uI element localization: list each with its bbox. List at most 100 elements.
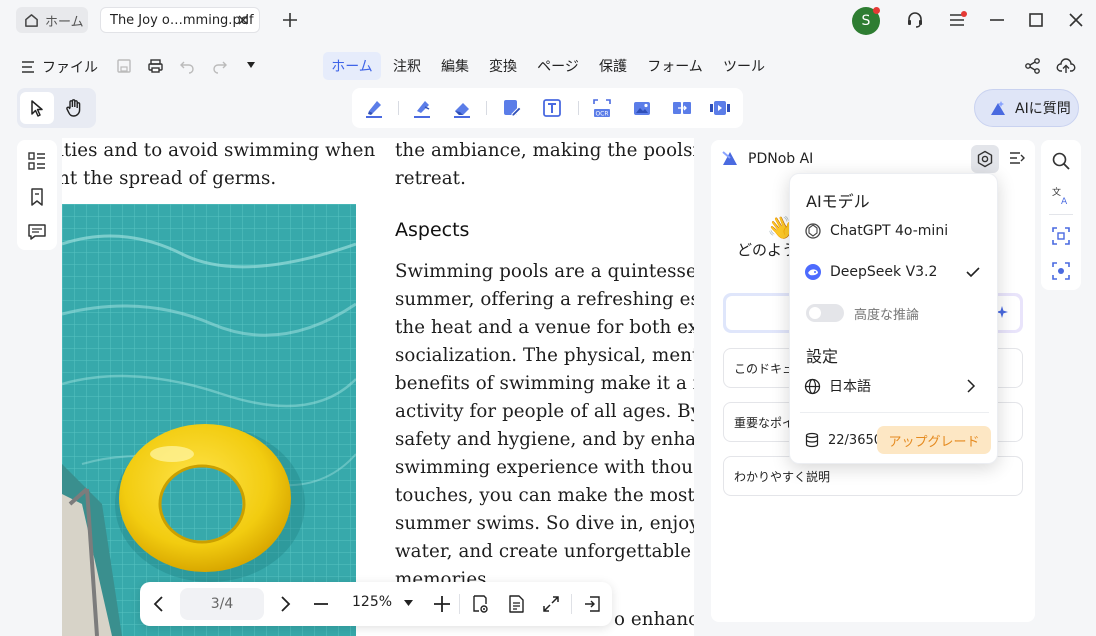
openai-icon <box>804 222 822 240</box>
highlight-icon[interactable] <box>362 96 386 120</box>
text-line: retreat. <box>395 168 466 189</box>
screenshot-icon[interactable] <box>1051 261 1071 281</box>
model-option-chatgpt[interactable]: ChatGPT 4o-mini <box>804 219 985 243</box>
ocr-icon[interactable]: OCR <box>590 96 614 120</box>
undo-icon[interactable] <box>179 58 195 74</box>
menu-home[interactable]: ホーム <box>323 52 381 80</box>
notification-dot <box>873 7 880 14</box>
minimize-icon[interactable] <box>987 10 1007 30</box>
advanced-reasoning-toggle[interactable] <box>806 304 844 322</box>
edit-text-icon[interactable] <box>500 96 524 120</box>
svg-text:OCR: OCR <box>595 111 608 118</box>
collapse-panel-icon[interactable] <box>1008 149 1026 167</box>
close-window-icon[interactable] <box>1066 10 1086 30</box>
screen-record-icon[interactable] <box>708 96 732 120</box>
bookmark-icon[interactable] <box>27 187 47 207</box>
checkmark-icon <box>965 264 981 280</box>
fit-to-page-icon[interactable] <box>541 594 561 614</box>
section-heading: Aspects <box>395 219 470 241</box>
new-tab-icon[interactable] <box>280 10 300 30</box>
redo-icon[interactable] <box>212 58 228 74</box>
read-mode-icon[interactable] <box>470 594 490 614</box>
ask-ai-label: AIに質問 <box>1015 101 1071 117</box>
svg-text:A: A <box>1061 197 1068 206</box>
cursor-mode-group <box>17 88 96 128</box>
pen-icon[interactable] <box>410 96 434 120</box>
menu-form[interactable]: フォーム <box>644 52 706 80</box>
divider <box>800 412 989 413</box>
avatar[interactable]: S <box>852 7 880 35</box>
document-viewer[interactable]: ities and to avoid swimming when nt the … <box>62 138 694 636</box>
menu-tools[interactable]: ツール <box>720 52 768 80</box>
deepseek-icon <box>804 263 822 281</box>
previous-page-icon[interactable] <box>150 594 168 614</box>
home-icon <box>24 13 39 28</box>
eraser-icon[interactable] <box>450 96 474 120</box>
text-line: benefits of swimming make it a favo <box>395 373 694 394</box>
quick-tools-bar: OCR <box>352 88 743 128</box>
menu-convert[interactable]: 変換 <box>486 52 520 80</box>
tab-home-label: ホーム <box>45 14 84 30</box>
maximize-icon[interactable] <box>1026 10 1046 30</box>
crop-capture-icon[interactable] <box>1051 226 1071 246</box>
ai-settings-popup: AIモデル ChatGPT 4o-mini DeepSeek V3.2 高度な推… <box>789 173 998 464</box>
comments-icon[interactable] <box>27 222 47 242</box>
ai-panel-title: PDNob AI <box>748 151 814 167</box>
zoom-in-icon[interactable] <box>432 594 452 614</box>
hand-tool-icon[interactable] <box>57 92 91 124</box>
text-line: nt the spread of germs. <box>62 168 277 189</box>
exit-fullscreen-icon[interactable] <box>582 594 602 614</box>
hamburger-menu-icon[interactable] <box>947 10 967 30</box>
page-view-icon[interactable] <box>506 594 526 614</box>
quick-access-dropdown-icon[interactable] <box>246 61 256 69</box>
file-menu[interactable]: ファイル <box>20 57 98 77</box>
advanced-reasoning-label: 高度な推論 <box>854 307 920 323</box>
compare-icon[interactable] <box>670 96 694 120</box>
title-bar: ホーム The Joy o…mming.pdf S <box>0 0 1096 40</box>
thumbnails-icon[interactable] <box>27 151 47 171</box>
tab-document-label: The Joy o…mming.pdf <box>110 12 254 28</box>
share-icon[interactable] <box>1024 57 1042 75</box>
search-icon[interactable] <box>1051 151 1071 171</box>
page-number-input[interactable]: 3/4 <box>180 588 264 620</box>
file-menu-label: ファイル <box>42 60 98 76</box>
text-line: touches, you can make the most out <box>395 485 694 506</box>
ask-ai-button[interactable]: AIに質問 <box>974 89 1079 127</box>
model-option-deepseek[interactable]: DeepSeek V3.2 <box>804 260 985 284</box>
left-sidebar <box>17 140 57 250</box>
chevron-right-icon <box>963 378 979 394</box>
tab-document[interactable]: The Joy o…mming.pdf <box>100 7 260 33</box>
text-line: the heat and a venue for both exerc <box>395 317 694 338</box>
menu-lines-icon <box>20 59 36 75</box>
svg-text:文: 文 <box>1052 186 1061 198</box>
save-icon[interactable] <box>116 58 132 74</box>
model-name: ChatGPT 4o-mini <box>830 223 949 239</box>
translate-icon[interactable]: 文A <box>1051 186 1071 206</box>
image-convert-icon[interactable] <box>630 96 654 120</box>
zoom-level[interactable]: 125% <box>352 594 392 610</box>
page-navigation-bar: 3/4 125% <box>140 582 612 626</box>
print-icon[interactable] <box>147 58 164 74</box>
text-box-icon[interactable] <box>540 96 564 120</box>
support-headset-icon[interactable] <box>905 10 925 30</box>
next-page-icon[interactable] <box>276 594 294 614</box>
settings-gear-icon[interactable] <box>971 145 999 173</box>
tab-home[interactable]: ホーム <box>16 7 88 33</box>
text-line: summer, offering a refreshing escap <box>395 289 694 310</box>
credits-value: 22/3650 <box>828 432 883 448</box>
language-selector[interactable]: 日本語 <box>804 374 985 398</box>
select-tool-icon[interactable] <box>20 92 54 124</box>
text-line: ities and to avoid swimming when <box>62 140 376 161</box>
menu-page[interactable]: ページ <box>534 52 582 80</box>
menu-edit[interactable]: 編集 <box>438 52 472 80</box>
zoom-dropdown-icon[interactable] <box>404 600 413 607</box>
text-line: summer swims. So dive in, enjoy th <box>395 513 694 534</box>
menu-annotate[interactable]: 注釈 <box>390 52 424 80</box>
upgrade-button[interactable]: アップグレード <box>877 426 991 454</box>
right-sidebar: 文A <box>1041 140 1081 290</box>
zoom-out-icon[interactable] <box>312 594 330 614</box>
menu-protect[interactable]: 保護 <box>596 52 630 80</box>
close-tab-icon[interactable] <box>235 12 251 28</box>
cloud-upload-icon[interactable] <box>1056 56 1076 76</box>
divider <box>571 594 572 614</box>
